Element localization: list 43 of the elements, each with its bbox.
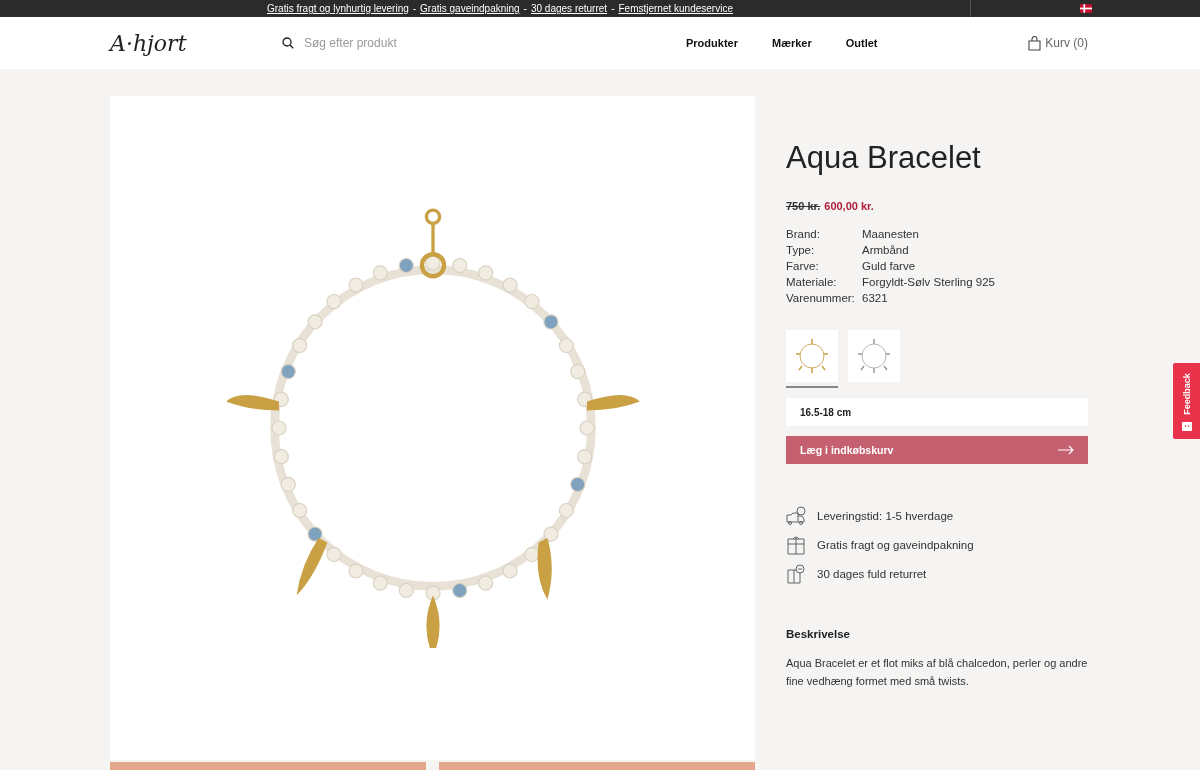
- separator-text: -: [611, 3, 615, 14]
- logo[interactable]: A·hjort: [110, 30, 282, 56]
- truck-icon: [786, 506, 806, 526]
- description-text: Aqua Bracelet er et flot miks af blå chalcedon, perler og andre fine vedhæng formet med små twists.: [786, 656, 1089, 689]
- spec-value: Armbånd: [862, 244, 910, 256]
- spec-value: Forgyldt-Sølv Sterling 925: [862, 276, 996, 288]
- return-box-icon: [786, 564, 806, 584]
- separator-text: -: [523, 3, 527, 14]
- bag-icon: [1028, 35, 1042, 51]
- size-option[interactable]: 16.5-18 cm: [786, 398, 1088, 426]
- nav-link[interactable]: Outlet: [845, 37, 878, 49]
- search-icon: [282, 37, 294, 49]
- announcement-link[interactable]: Gratis fragt og lynhurtig levering: [267, 3, 409, 14]
- spec-label: Varenummer:: [786, 292, 856, 304]
- spec-value: 6321: [862, 292, 889, 304]
- add-to-cart-button[interactable]: Læg i indkøbskurv: [786, 436, 1088, 464]
- arrow-icon: [1058, 445, 1074, 455]
- usp-text: Gratis fragt og gaveindpakning: [817, 539, 974, 551]
- announcement-link[interactable]: Femstjernet kundeservice: [618, 3, 733, 14]
- feedback-tab[interactable]: Feedback: [1173, 363, 1200, 439]
- gift-icon: [786, 535, 806, 555]
- smiley-icon: [1181, 422, 1192, 431]
- old-price: 750 kr.: [786, 200, 821, 212]
- separator-text: -: [412, 3, 417, 14]
- flag-icon[interactable]: [1079, 4, 1092, 13]
- product-title: Aqua Bracelet: [786, 140, 982, 176]
- usp-text: 30 dages fuld returret: [817, 568, 927, 580]
- spec-label: Brand:: [786, 228, 821, 240]
- usp-text: Leveringstid: 1-5 hverdage: [817, 510, 954, 522]
- spec-value: Guld farve: [862, 260, 917, 272]
- sale-price: 600,00 kr.: [824, 200, 874, 212]
- announcement-link[interactable]: 30 dages returret: [530, 3, 608, 14]
- description-heading: Beskrivelse: [786, 628, 851, 640]
- spec-label: Type:: [786, 244, 816, 256]
- cart-link[interactable]: Kurv (0): [1028, 35, 1088, 51]
- nav-link[interactable]: Mærker: [771, 37, 812, 49]
- spec-label: Materiale:: [786, 276, 838, 288]
- spec-label: Farve:: [786, 260, 820, 272]
- variant-thumbnail[interactable]: [786, 330, 838, 388]
- spec-value: Maanesten: [862, 228, 920, 240]
- announcement-link[interactable]: Gratis gaveindpakning: [420, 3, 520, 14]
- search-field[interactable]: Søg efter produkt: [302, 35, 506, 51]
- nav-link[interactable]: Produkter: [686, 37, 738, 49]
